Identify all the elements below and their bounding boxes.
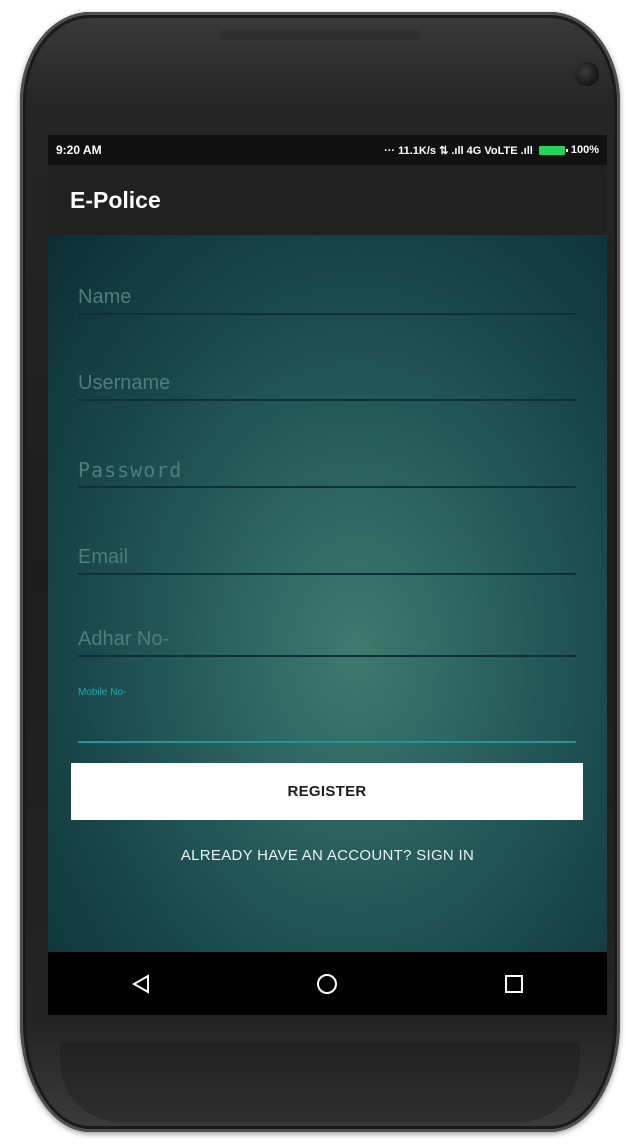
name-placeholder: Name bbox=[78, 286, 132, 308]
register-button[interactable]: REGISTER bbox=[71, 763, 583, 820]
sign-in-link[interactable]: ALREADY HAVE AN ACCOUNT? SIGN IN bbox=[48, 847, 607, 864]
adhar-input[interactable]: Adhar No- bbox=[78, 617, 576, 657]
password-placeholder: Password bbox=[78, 458, 183, 482]
username-placeholder: Username bbox=[78, 372, 171, 394]
email-input[interactable]: Email bbox=[78, 535, 576, 575]
name-input[interactable]: Name bbox=[78, 275, 576, 315]
register-form: Name Username Password Email Adhar No- M… bbox=[48, 235, 607, 952]
status-time: 9:20 AM bbox=[56, 143, 102, 157]
speaker-grille bbox=[220, 30, 420, 40]
back-button[interactable] bbox=[121, 964, 161, 1004]
mobile-input[interactable] bbox=[78, 697, 576, 743]
battery-icon bbox=[538, 145, 568, 155]
navigation-bar bbox=[48, 952, 607, 1015]
phone-screen: 9:20 AM ··· 11.1K/s ⇅ .ıll 4G VoLTE .ıll… bbox=[48, 135, 607, 1015]
email-placeholder: Email bbox=[78, 546, 129, 568]
password-input[interactable]: Password bbox=[78, 448, 576, 488]
status-bar: 9:20 AM ··· 11.1K/s ⇅ .ıll 4G VoLTE .ıll… bbox=[48, 135, 607, 165]
home-button[interactable] bbox=[307, 964, 347, 1004]
network-info: ··· 11.1K/s ⇅ .ıll 4G VoLTE .ıll bbox=[384, 144, 533, 157]
phone-chin bbox=[60, 1042, 580, 1122]
username-input[interactable]: Username bbox=[78, 361, 576, 401]
recents-button[interactable] bbox=[494, 964, 534, 1004]
adhar-placeholder: Adhar No- bbox=[78, 628, 170, 650]
recents-square-icon bbox=[504, 974, 523, 993]
back-triangle-icon bbox=[132, 973, 150, 994]
status-indicators: ··· 11.1K/s ⇅ .ıll 4G VoLTE .ıll 100% bbox=[384, 144, 599, 157]
home-circle-icon bbox=[317, 973, 338, 994]
battery-level: 100% bbox=[570, 144, 599, 156]
app-title: E-Police bbox=[70, 186, 161, 213]
front-camera bbox=[575, 62, 599, 86]
app-bar: E-Police bbox=[48, 165, 607, 235]
